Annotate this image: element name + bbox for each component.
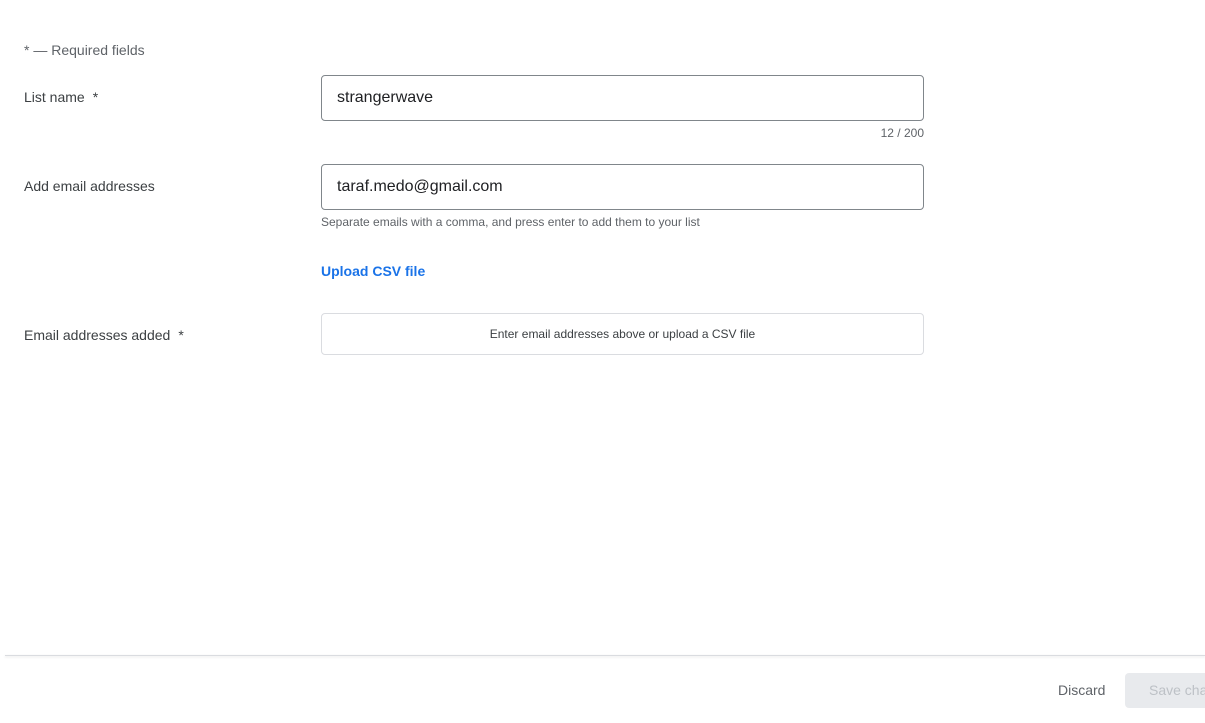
- emails-added-list: Enter email addresses above or upload a …: [321, 313, 924, 355]
- create-list-page: * — Required fields List name* 12 / 200 …: [0, 0, 1205, 723]
- list-name-input[interactable]: [321, 75, 924, 121]
- email-helper-text: Separate emails with a comma, and press …: [321, 215, 700, 229]
- emails-added-label: Email addresses added *: [24, 327, 184, 343]
- list-name-label-text: List name: [24, 89, 85, 105]
- emails-empty-state: Enter email addresses above or upload a …: [489, 327, 756, 341]
- footer-divider: [5, 655, 1205, 656]
- emails-added-label-text: Email addresses added: [24, 327, 171, 343]
- character-counter: 12 / 200: [880, 126, 924, 140]
- list-name-label: List name *: [24, 89, 98, 105]
- required-fields-note: * — Required fields: [24, 42, 145, 58]
- upload-csv-link[interactable]: Upload CSV file: [321, 263, 425, 279]
- save-changes-button[interactable]: Save cha: [1125, 673, 1205, 708]
- required-asterisk: *: [178, 327, 184, 343]
- discard-button[interactable]: Discard: [1045, 673, 1118, 707]
- email-address-input[interactable]: [321, 164, 924, 210]
- required-asterisk: *: [92, 89, 99, 105]
- add-email-label: Add email addresses: [24, 178, 155, 194]
